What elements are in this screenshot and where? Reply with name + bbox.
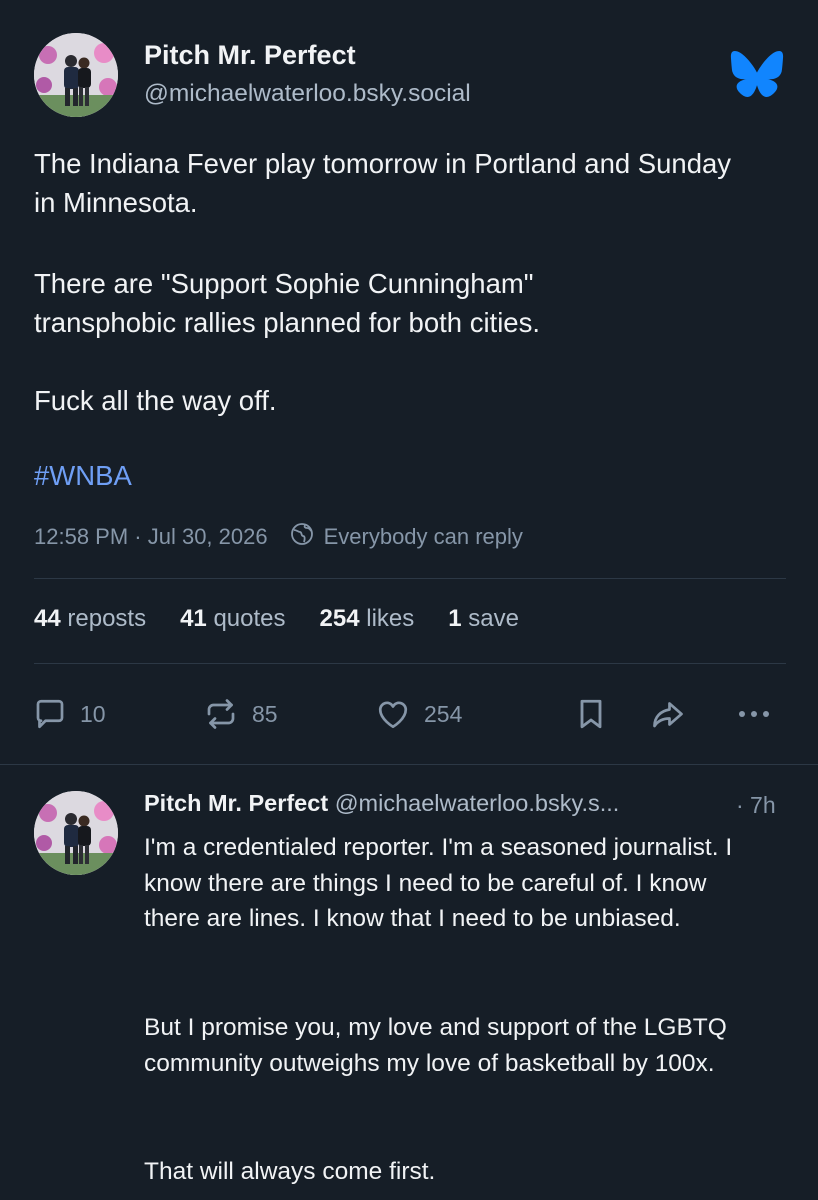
bookmark-button[interactable]: [573, 696, 609, 732]
reply-icon: [36, 699, 64, 729]
saves-count: 1: [448, 605, 462, 632]
reply-paragraph-1: I'm a credentialed reporter. I'm a seaso…: [144, 834, 733, 932]
avatar-photo: [34, 33, 118, 117]
hashtag-link[interactable]: #WNBA: [34, 460, 132, 492]
reply-count: 10: [80, 700, 106, 727]
reply-setting[interactable]: Everybody can reply: [324, 524, 523, 550]
reposts-count: 44: [34, 605, 61, 632]
more-icon: [739, 711, 769, 717]
reply-paragraph-2: But I promise you, my love and support o…: [144, 1014, 727, 1077]
reply-button[interactable]: 10: [32, 696, 106, 732]
bluesky-butterfly-icon: [730, 50, 784, 103]
author-avatar[interactable]: [34, 33, 118, 117]
reply-avatar-photo: [34, 791, 118, 875]
reply-time[interactable]: · 7h: [736, 792, 776, 819]
post-paragraph-3: Fuck all the way off.: [34, 385, 277, 416]
author-handle[interactable]: @michaelwaterloo.bsky.social: [144, 80, 471, 108]
repost-count: 85: [252, 700, 278, 727]
quotes-label: quotes: [213, 605, 286, 632]
engagement-stats: 44 reposts 41 quotes 254 likes 1 save: [34, 605, 553, 633]
quotes-count: 41: [180, 605, 207, 632]
quotes-stat[interactable]: 41 quotes: [180, 605, 285, 633]
likes-label: likes: [366, 605, 415, 632]
saves-stat[interactable]: 1 save: [448, 605, 519, 633]
reposts-stat[interactable]: 44 reposts: [34, 605, 146, 633]
saves-label: save: [468, 605, 519, 632]
share-button[interactable]: [648, 696, 688, 732]
bookmark-icon: [580, 699, 602, 729]
reply-author-name[interactable]: Pitch Mr. Perfect: [144, 790, 328, 816]
share-icon: [653, 702, 683, 728]
reply-paragraph-3: That will always come first.: [144, 1158, 436, 1185]
post-paragraph-2: There are "Support Sophie Cunningham" tr…: [34, 268, 540, 338]
post-meta: 12:58 PM · Jul 30, 2026 Everybody can re…: [34, 522, 523, 552]
action-bar: 10 85 254: [0, 694, 818, 734]
repost-icon: [207, 699, 235, 729]
likes-count: 254: [319, 605, 360, 632]
reply-author-avatar[interactable]: [34, 791, 118, 875]
main-post: Pitch Mr. Perfect @michaelwaterloo.bsky.…: [0, 0, 818, 764]
post-timestamp[interactable]: 12:58 PM · Jul 30, 2026: [34, 524, 268, 550]
stats-top-divider: [34, 578, 786, 579]
post-paragraph-1: The Indiana Fever play tomorrow in Portl…: [34, 148, 732, 218]
reposts-label: reposts: [67, 605, 147, 632]
globe-icon: [290, 522, 314, 552]
reply-header: Pitch Mr. Perfect @michaelwaterloo.bsky.…: [144, 790, 794, 817]
like-count: 254: [424, 700, 463, 727]
author-name[interactable]: Pitch Mr. Perfect: [144, 40, 356, 71]
like-button[interactable]: 254: [374, 696, 462, 732]
like-icon: [378, 701, 408, 729]
thread-separator: [0, 764, 818, 765]
likes-stat[interactable]: 254 likes: [320, 605, 415, 633]
repost-button[interactable]: 85: [202, 696, 278, 732]
stats-bottom-divider: [34, 663, 786, 664]
more-button[interactable]: [734, 696, 774, 732]
reply-author-handle[interactable]: @michaelwaterloo.bsky.s...: [335, 790, 620, 816]
